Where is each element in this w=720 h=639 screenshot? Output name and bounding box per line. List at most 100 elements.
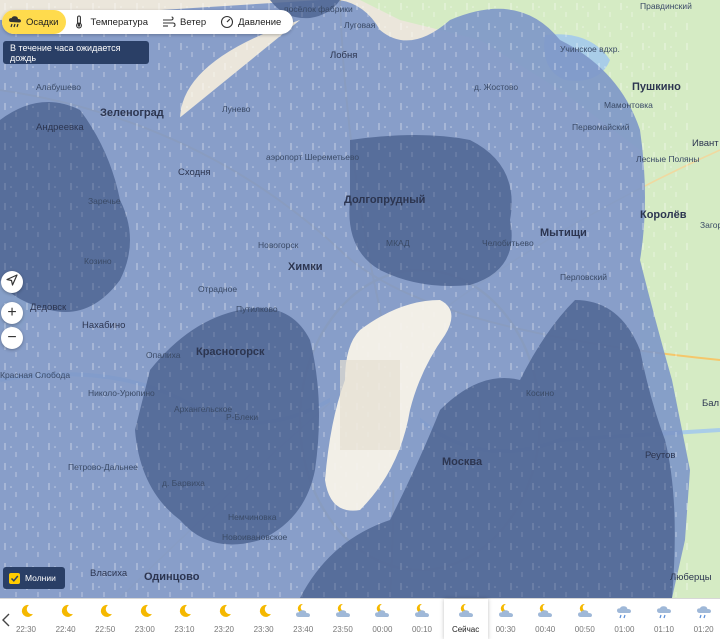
label-zagorye: Загор bbox=[700, 220, 720, 230]
timeline-slot-now[interactable]: Сейчас bbox=[443, 599, 488, 639]
timeline-slot[interactable]: 23:50 bbox=[325, 599, 361, 639]
label-korolev: Королёв bbox=[640, 209, 687, 221]
cloud-rain-icon bbox=[614, 602, 634, 620]
timeline-slot[interactable]: 01:20 bbox=[686, 599, 720, 639]
lightning-checkbox[interactable] bbox=[9, 572, 20, 584]
label-andreevka: Андреевка bbox=[36, 122, 84, 133]
timeline-slot[interactable]: 01:00 bbox=[606, 599, 642, 639]
moon-cloud-icon bbox=[535, 602, 555, 620]
timeline-slot[interactable]: 00:10 bbox=[404, 599, 440, 639]
moon-cloud-icon bbox=[456, 602, 476, 620]
tab-wind[interactable]: Ветер bbox=[156, 10, 214, 34]
timeline-slot[interactable]: 22:50 bbox=[87, 599, 123, 639]
label-kozino: Козино bbox=[84, 256, 112, 266]
label-mytishchi: Мытищи bbox=[540, 227, 587, 239]
wind-icon bbox=[162, 15, 176, 29]
zoom-in-button[interactable]: + bbox=[1, 302, 23, 324]
timeline-slot[interactable]: 22:30 bbox=[8, 599, 44, 639]
label-krasnaya-sloboda: Красная Слобода bbox=[0, 370, 70, 380]
timeline-slot[interactable]: 00:40 bbox=[527, 599, 563, 639]
pressure-gauge-icon bbox=[220, 15, 234, 29]
timeline-slot[interactable]: 00:00 bbox=[364, 599, 400, 639]
label-lesnye-polyany: Лесные Поляны bbox=[636, 154, 699, 164]
label-dolgoprudny: Долгопрудный bbox=[344, 194, 425, 206]
label-opalikha: Опалиха bbox=[146, 350, 181, 360]
timeline-time-label: 00:40 bbox=[535, 625, 556, 634]
timeline-time-label: 00:30 bbox=[495, 625, 516, 634]
label-ivanteevka: Ивант bbox=[692, 138, 719, 149]
timeline-slot[interactable]: 23:20 bbox=[206, 599, 242, 639]
label-pravdinsky: Правдинский bbox=[640, 1, 692, 11]
label-poselok-fabriki: посёлок фабрики bbox=[284, 4, 353, 14]
moon-icon bbox=[135, 602, 155, 620]
label-lobnya: Лобня bbox=[330, 50, 357, 61]
lightning-label: Молнии bbox=[25, 573, 56, 583]
label-chelobityevo: Челобитьево bbox=[482, 238, 534, 248]
tab-wind-label: Ветер bbox=[179, 16, 207, 28]
locate-button[interactable] bbox=[1, 271, 23, 293]
label-lugovaya: Луговая bbox=[344, 20, 376, 30]
timeline-slot[interactable]: 22:40 bbox=[48, 599, 84, 639]
label-sheremetyevo: аэропорт Шереметьево bbox=[266, 152, 359, 162]
timeline-time-label: 23:40 bbox=[293, 625, 314, 634]
timeline-time-label: 23:00 bbox=[134, 625, 155, 634]
locate-arrow-icon bbox=[6, 274, 18, 290]
map-canvas[interactable]: Москва Химки Красногорск Долгопрудный Мы… bbox=[0, 0, 720, 598]
label-momontovka: Мамонтовка bbox=[604, 100, 653, 110]
moon-cloud-icon bbox=[293, 602, 313, 620]
timeline-slot[interactable]: 01:10 bbox=[646, 599, 682, 639]
zoom-out-icon: − bbox=[7, 329, 17, 346]
label-pervomaysky: Первомайский bbox=[572, 122, 630, 132]
timeline-slot[interactable]: 23:00 bbox=[127, 599, 163, 639]
tab-precipitation[interactable]: Осадки bbox=[2, 10, 67, 34]
timeline-slot[interactable]: 00:30 bbox=[488, 599, 524, 639]
timeline-slot[interactable]: 23:30 bbox=[246, 599, 282, 639]
label-barvikha: д. Барвиха bbox=[162, 478, 205, 488]
timeline-time-label: 01:20 bbox=[693, 625, 714, 634]
label-moskva: Москва bbox=[442, 456, 483, 468]
label-zhostovo: д. Жостово bbox=[474, 82, 518, 92]
rain-cloud-icon bbox=[8, 15, 22, 29]
timeline-slot[interactable]: 23:10 bbox=[166, 599, 202, 639]
label-khimki: Химки bbox=[288, 261, 323, 273]
timeline-slot[interactable]: 23:40 bbox=[285, 599, 321, 639]
heavy-rain-pattern bbox=[0, 0, 690, 598]
layer-tabs: Осадки Температура Ветер Давление bbox=[2, 10, 294, 34]
moon-icon bbox=[174, 602, 194, 620]
label-mkad: МКАД bbox=[386, 238, 410, 248]
forecast-banner: В течение часа ожидается дождь bbox=[3, 41, 149, 64]
timeline-bar: 22:30 22:40 22:50 23:00 23:10 23:20 23:30 23:40… bbox=[0, 598, 720, 639]
moon-icon bbox=[214, 602, 234, 620]
label-kosino: Косино bbox=[526, 388, 554, 398]
label-perlovsky: Перловский bbox=[560, 272, 607, 282]
timeline-slot[interactable]: 00:50 bbox=[567, 599, 603, 639]
moon-icon bbox=[254, 602, 274, 620]
label-novoivanovskoe: Новоивановское bbox=[222, 532, 288, 542]
thermometer-icon bbox=[72, 15, 86, 29]
precipitation-map[interactable]: Москва Химки Красногорск Долгопрудный Мы… bbox=[0, 0, 720, 598]
label-r-bleki: Р-Блеки bbox=[226, 412, 258, 422]
label-krasnogorsk: Красногорск bbox=[196, 346, 265, 358]
zoom-in-icon: + bbox=[7, 304, 17, 321]
label-otradnoe: Отрадное bbox=[198, 284, 237, 294]
timeline-time-label: 22:30 bbox=[15, 625, 37, 634]
timeline-time-label: 23:20 bbox=[213, 625, 235, 634]
moon-icon bbox=[95, 602, 115, 620]
label-vlasikha: Власиха bbox=[90, 568, 128, 579]
timeline-time-label: 23:50 bbox=[332, 625, 353, 634]
tab-temperature-label: Температура bbox=[90, 16, 148, 28]
label-nemchinovka: Немчиновка bbox=[228, 512, 277, 522]
label-reutov: Реутов bbox=[645, 450, 675, 461]
label-arkhangelskoe: Архангельское bbox=[174, 404, 232, 414]
label-skhodnya: Сходня bbox=[178, 167, 211, 178]
moon-cloud-icon bbox=[372, 602, 392, 620]
tab-temperature[interactable]: Температура bbox=[66, 10, 156, 34]
timeline-time-label: 01:00 bbox=[614, 625, 635, 634]
zoom-out-button[interactable]: − bbox=[1, 327, 23, 349]
label-nakhabino: Нахабино bbox=[82, 320, 125, 331]
label-putilkovo: Путилково bbox=[236, 304, 278, 314]
lightning-toggle[interactable]: Молнии bbox=[3, 567, 65, 589]
moon-cloud-icon bbox=[333, 602, 353, 620]
label-zelenograd: Зеленоград bbox=[100, 107, 164, 119]
tab-pressure[interactable]: Давление bbox=[214, 10, 289, 34]
